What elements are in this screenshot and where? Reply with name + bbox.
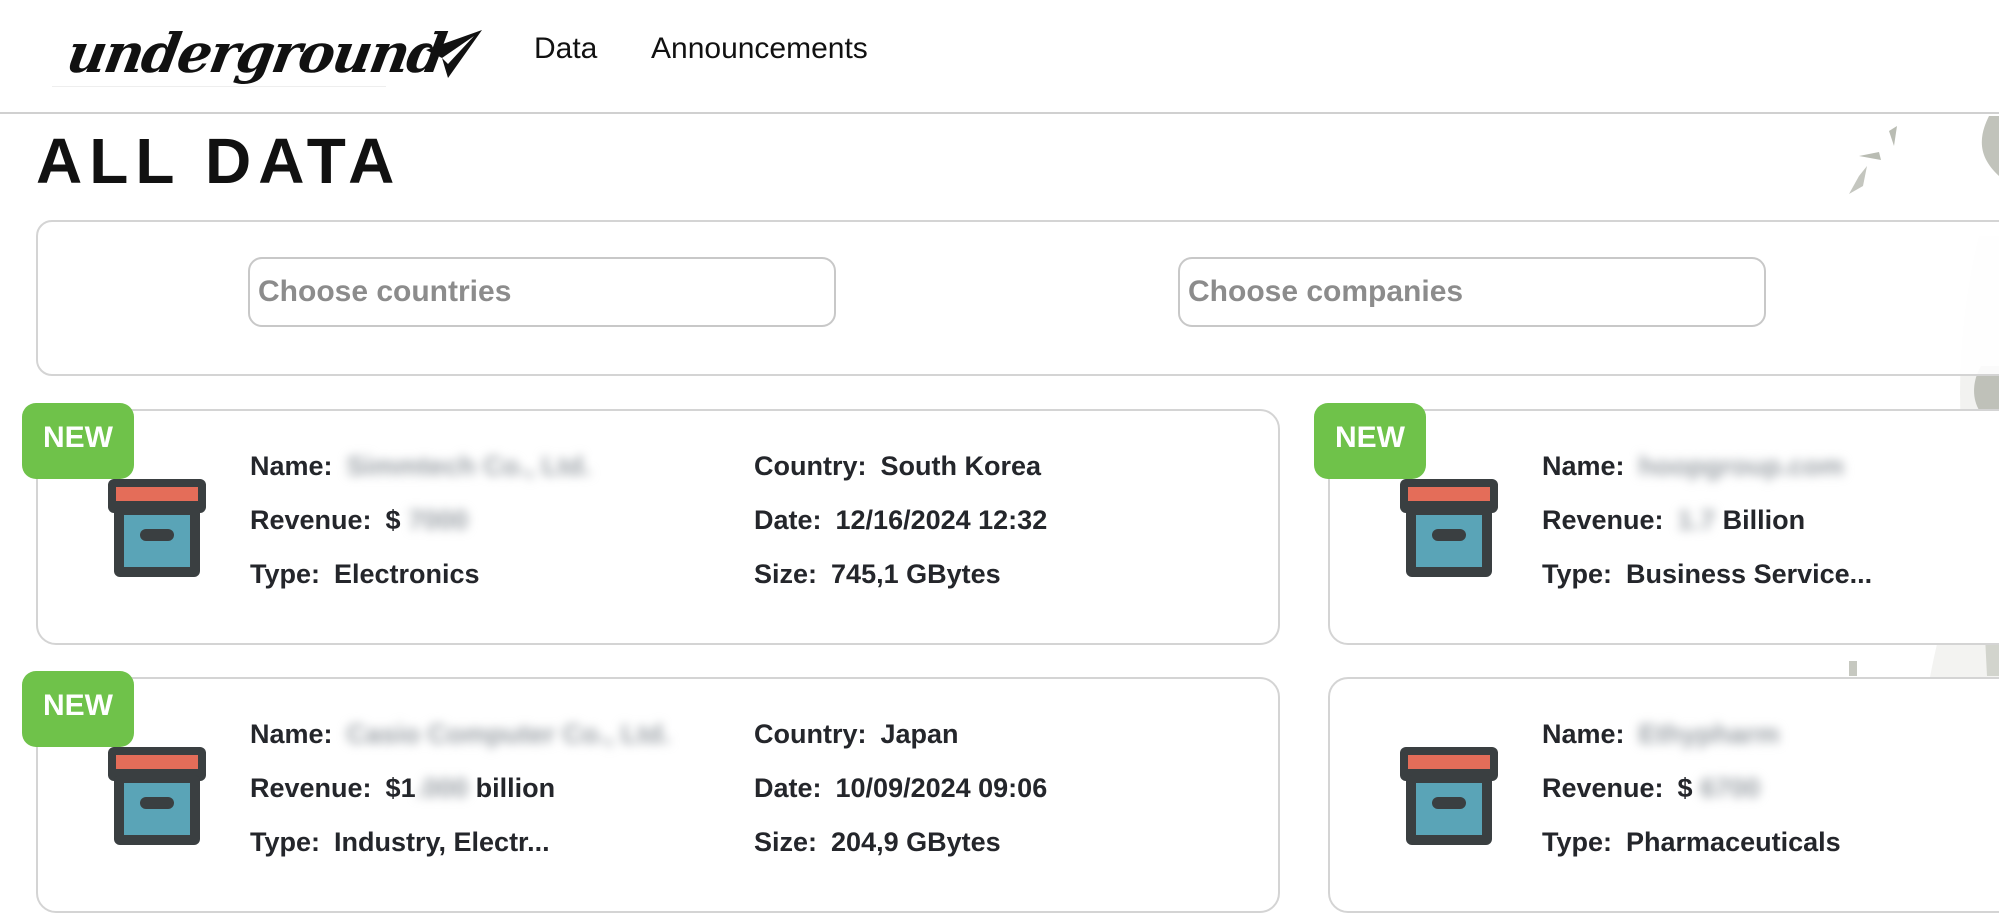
card-type: Type: Pharmaceuticals	[1542, 827, 1841, 857]
countries-filter-input[interactable]	[248, 257, 836, 327]
redacted-revenue: .000	[415, 773, 469, 803]
card-type: Type: Electronics	[250, 559, 480, 589]
archive-box-icon	[108, 479, 206, 577]
new-badge: NEW	[22, 403, 134, 479]
underground-logo[interactable]: underground	[62, 18, 449, 88]
data-card[interactable]: NEW Name: hoopgroup.com Revenue: 1.7 Billi…	[1314, 403, 1999, 645]
nav-link-data[interactable]: Data	[534, 32, 597, 66]
page-title: ALL DATA	[36, 125, 402, 197]
redacted-revenue: 7000	[408, 505, 469, 535]
card-date: Date: 12/16/2024 12:32	[754, 505, 1048, 535]
redacted-name: hoopgroup.com	[1638, 451, 1844, 481]
logo-divider	[52, 86, 386, 87]
archive-box-icon	[1400, 479, 1498, 577]
redacted-name: Ethypharm	[1638, 719, 1780, 749]
filter-panel	[36, 220, 1999, 376]
card-date: Date: 10/09/2024 09:06	[754, 773, 1048, 803]
card-revenue: Revenue: $ 7000	[250, 505, 469, 535]
card-country: Country: Japan	[754, 719, 959, 749]
card-size: Size: 204,9 GBytes	[754, 827, 1001, 857]
card-name: Name: Ethypharm	[1542, 719, 1780, 749]
card-revenue: Revenue: 1.7 Billion	[1542, 505, 1806, 535]
card-revenue: Revenue: $1.000 billion	[250, 773, 556, 803]
data-card[interactable]: NEW Name: Simmtech Co., Ltd. Revenue: $ 70…	[22, 403, 1280, 645]
card-name: Name: Casio Computer Co., Ltd.	[250, 719, 671, 749]
redacted-revenue: 1.7	[1677, 505, 1716, 535]
new-badge: NEW	[22, 671, 134, 747]
data-card[interactable]: Name: Ethypharm Revenue: $ 6700 Type: Pharm…	[1328, 677, 1999, 913]
card-type: Type: Business Service...	[1542, 559, 1873, 589]
archive-box-icon	[108, 747, 206, 845]
redacted-name: Casio Computer Co., Ltd.	[346, 719, 671, 749]
archive-box-icon	[1400, 747, 1498, 845]
card-size: Size: 745,1 GBytes	[754, 559, 1001, 589]
card-name: Name: Simmtech Co., Ltd.	[250, 451, 592, 481]
paper-plane-icon[interactable]	[424, 28, 484, 80]
new-badge: NEW	[1314, 403, 1426, 479]
top-navigation-bar: underground Data Announcements	[0, 0, 1999, 114]
companies-filter-input[interactable]	[1178, 257, 1766, 327]
card-revenue: Revenue: $ 6700	[1542, 773, 1761, 803]
redacted-name: Simmtech Co., Ltd.	[346, 451, 592, 481]
redacted-revenue: 6700	[1700, 773, 1761, 803]
card-country: Country: South Korea	[754, 451, 1041, 481]
card-name: Name: hoopgroup.com	[1542, 451, 1844, 481]
data-card[interactable]: NEW Name: Casio Computer Co., Ltd. Revenu…	[22, 671, 1280, 913]
card-type: Type: Industry, Electr...	[250, 827, 550, 857]
nav-link-announcements[interactable]: Announcements	[651, 32, 868, 66]
